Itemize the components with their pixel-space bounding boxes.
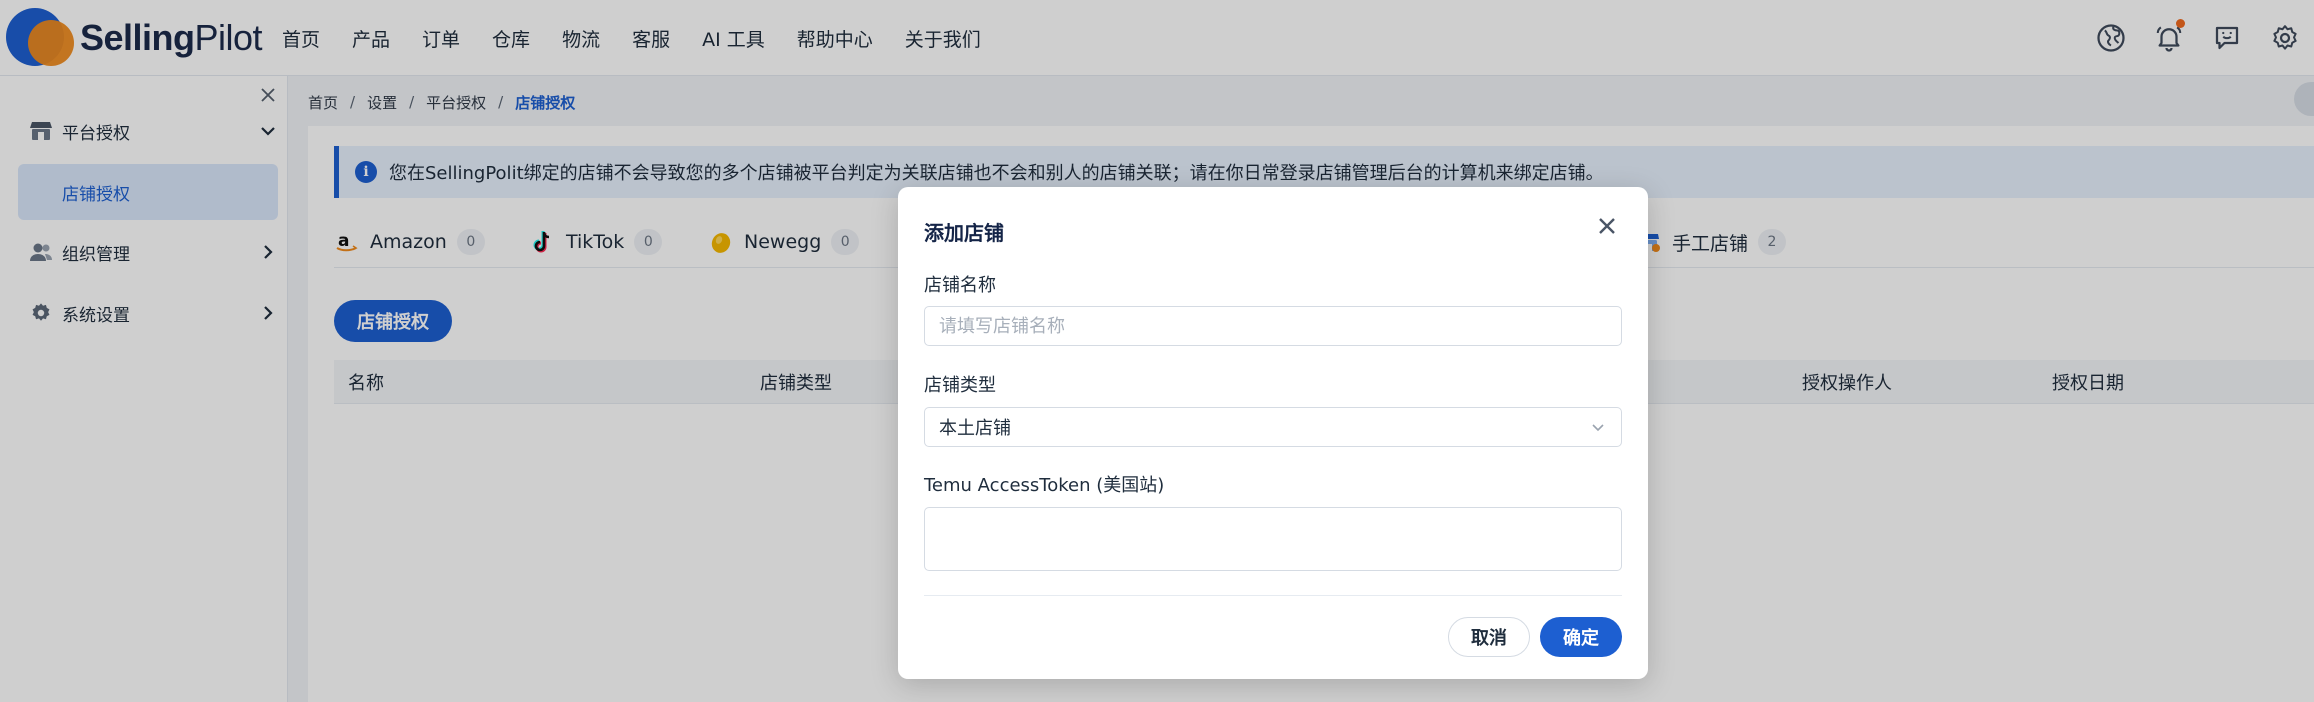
access-token-textarea[interactable] [924, 507, 1622, 571]
store-type-label: 店铺类型 [924, 375, 996, 396]
close-icon[interactable] [1592, 211, 1622, 241]
dialog-title: 添加店铺 [924, 221, 1004, 245]
store-type-value: 本土店铺 [939, 418, 1011, 439]
store-type-select[interactable]: 本土店铺 [924, 407, 1622, 447]
add-store-dialog: 添加店铺 店铺名称 店铺类型 本土店铺 Temu AccessToken (美国… [898, 187, 1648, 679]
store-name-label: 店铺名称 [924, 275, 996, 296]
cancel-button[interactable]: 取消 [1448, 617, 1530, 657]
confirm-button[interactable]: 确定 [1540, 617, 1622, 657]
dialog-divider [924, 595, 1622, 596]
store-name-input[interactable] [924, 306, 1622, 346]
chevron-down-icon [1589, 418, 1607, 436]
access-token-label: Temu AccessToken (美国站) [924, 475, 1165, 496]
